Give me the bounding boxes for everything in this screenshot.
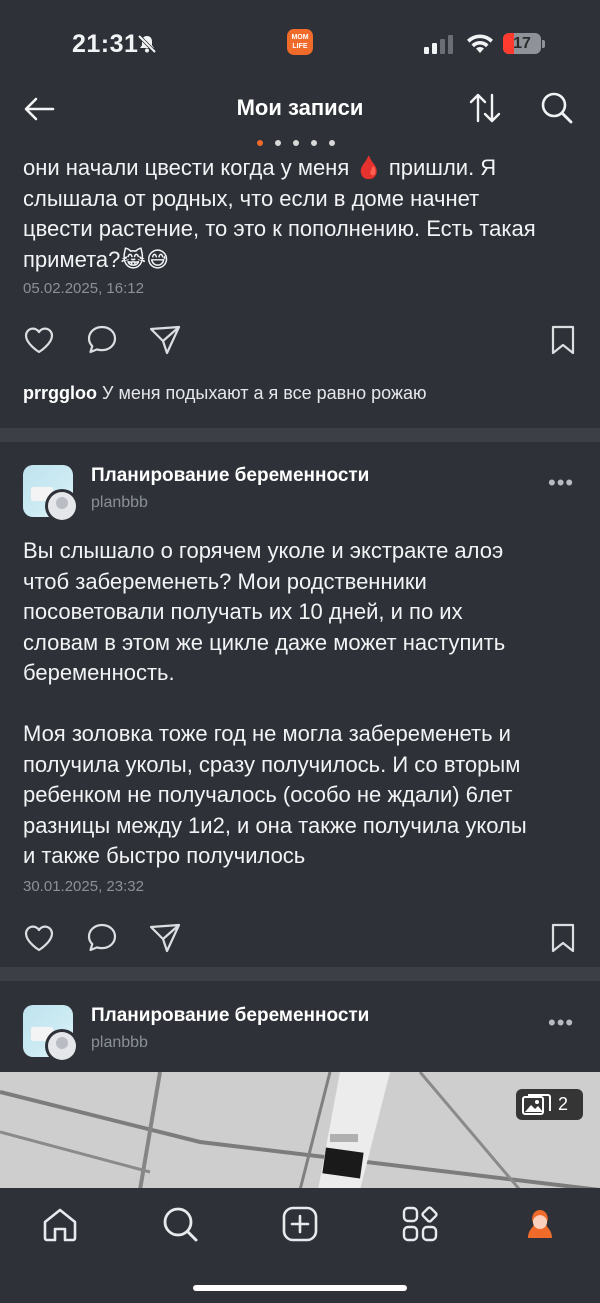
post-date: 05.02.2025, 16:12 <box>23 280 144 297</box>
post-actions <box>0 323 600 359</box>
heart-icon[interactable] <box>22 921 56 955</box>
comment-icon[interactable] <box>85 323 119 357</box>
post-text: Вы слышало о горячем уколе и экстракте а… <box>23 538 527 868</box>
author-avatar <box>45 489 79 523</box>
gallery-icon <box>522 1094 551 1115</box>
search-icon[interactable] <box>540 91 574 125</box>
share-icon[interactable] <box>148 921 182 955</box>
battery-level: 17 <box>513 35 531 52</box>
carousel-dot <box>275 140 281 146</box>
apps-icon[interactable] <box>400 1204 440 1244</box>
cellular-signal-icon <box>424 35 453 54</box>
home-icon[interactable] <box>40 1204 80 1244</box>
more-icon[interactable]: ••• <box>548 1012 578 1034</box>
home-indicator[interactable] <box>193 1285 407 1291</box>
post-image[interactable] <box>0 1072 600 1190</box>
wifi-icon <box>467 34 493 53</box>
comment-icon[interactable] <box>85 921 119 955</box>
battery-indicator: 17 <box>503 33 541 54</box>
post-header: Планирование беременности planbbb ••• <box>0 1005 600 1065</box>
plus-icon[interactable] <box>280 1204 320 1244</box>
profile-icon[interactable] <box>520 1204 560 1244</box>
channel-handle: planbbb <box>91 494 148 511</box>
status-bar: 21:31 MOM LIFE 17 <box>0 0 600 88</box>
more-icon[interactable]: ••• <box>548 472 578 494</box>
carousel-dot-active <box>257 140 263 146</box>
post-text: они начали цвести когда у меня 🩸 пришли.… <box>23 155 536 272</box>
page-title: Мои записи <box>236 95 364 120</box>
heart-icon[interactable] <box>22 323 56 357</box>
post-divider <box>0 428 600 442</box>
carousel-dot <box>329 140 335 146</box>
author-avatar <box>45 1029 79 1063</box>
comment-text: У меня подыхают а я все равно рожаю <box>102 383 427 403</box>
post-date: 30.01.2025, 23:32 <box>23 878 144 895</box>
bell-muted-icon <box>137 34 157 54</box>
channel-name[interactable]: Планирование беременности <box>91 1005 369 1027</box>
gallery-count: 2 <box>558 1094 569 1114</box>
bookmark-icon[interactable] <box>546 323 580 357</box>
mom-life-app-icon: MOM LIFE <box>287 29 313 55</box>
post-actions <box>0 921 600 957</box>
carousel-dot <box>311 140 317 146</box>
post-header: Планирование беременности planbbb ••• <box>0 465 600 525</box>
sort-icon[interactable] <box>468 91 502 125</box>
bookmark-icon[interactable] <box>546 921 580 955</box>
battery-tip <box>542 40 545 48</box>
search-tab-icon[interactable] <box>160 1204 200 1244</box>
channel-handle: planbbb <box>91 1034 148 1051</box>
screen: 21:31 MOM LIFE 17 Мои записи они начали … <box>0 0 600 1303</box>
top-navigation: Мои записи <box>0 88 600 130</box>
status-time: 21:31 <box>72 30 139 58</box>
carousel-dots <box>257 133 347 146</box>
carousel-dot <box>293 140 299 146</box>
comment-author[interactable]: prrggloo <box>23 383 97 403</box>
top-comment[interactable]: prrggloo У меня подыхают а я все равно р… <box>23 383 427 404</box>
gallery-count-badge: 2 <box>516 1089 583 1120</box>
post-divider <box>0 967 600 981</box>
share-icon[interactable] <box>148 323 182 357</box>
channel-name[interactable]: Планирование беременности <box>91 465 369 487</box>
